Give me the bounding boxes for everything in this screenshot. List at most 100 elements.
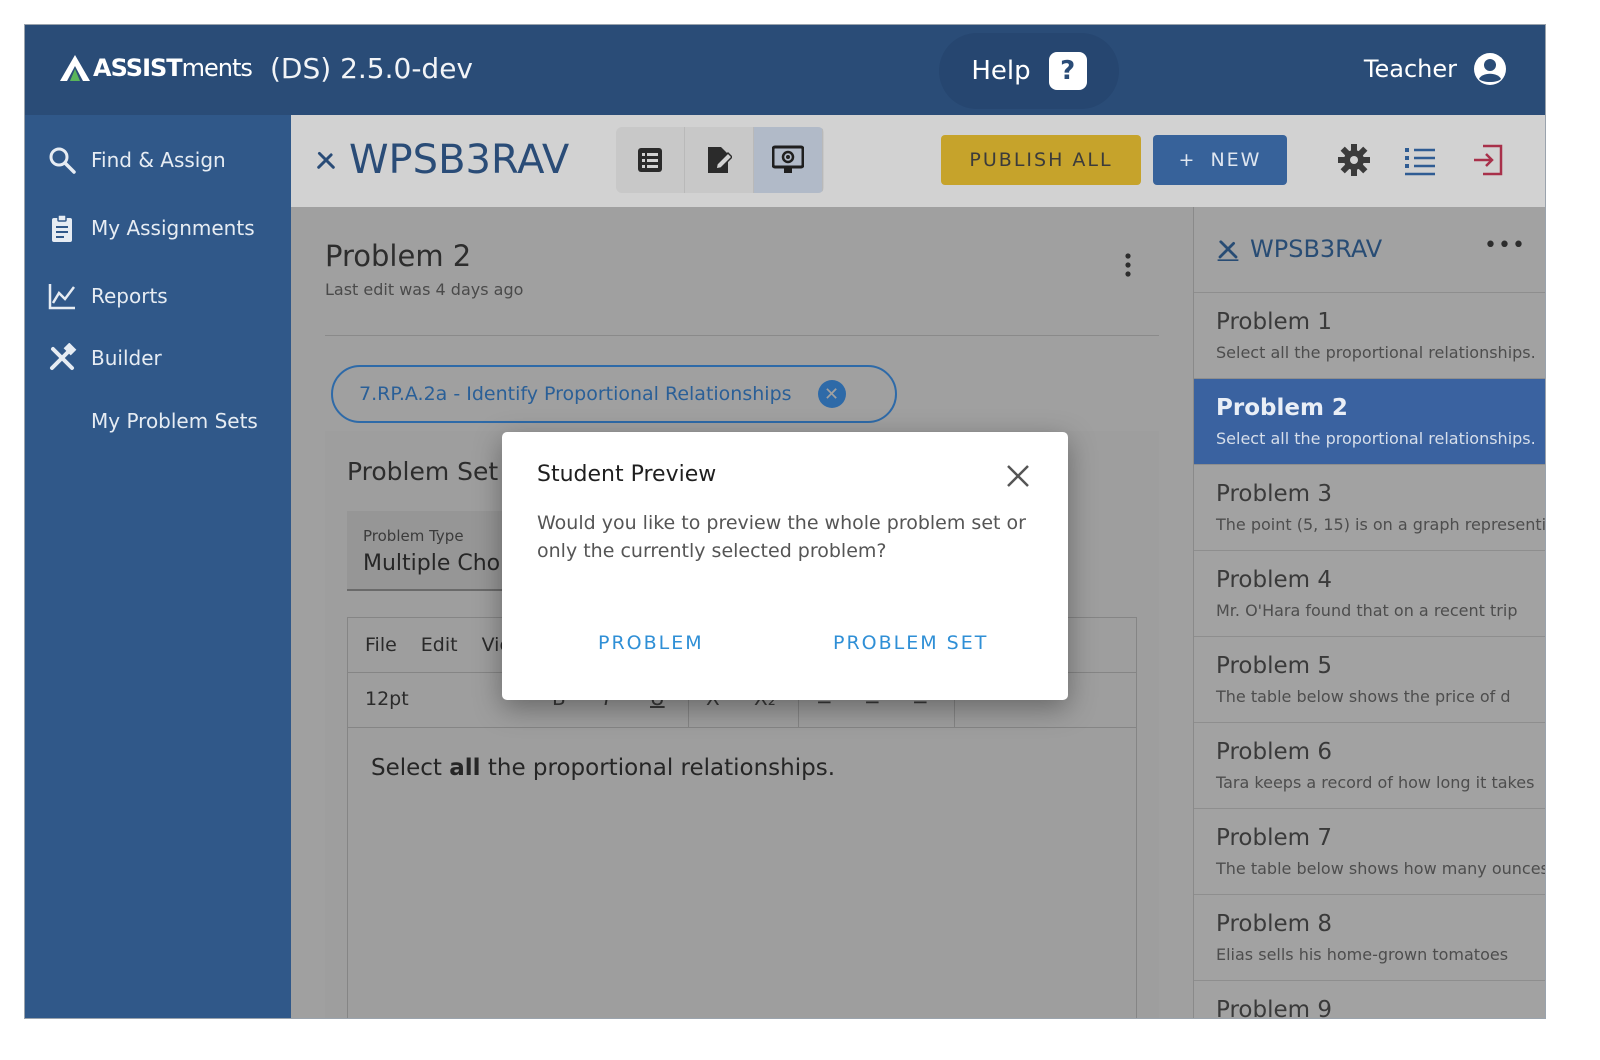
standard-chip[interactable]: 7.RP.A.2a - Identify Proportional Relati… — [331, 365, 897, 423]
student-preview-dialog: Student Preview Would you like to previe… — [502, 432, 1068, 700]
sidebar-item-builder[interactable]: Builder — [47, 343, 162, 373]
view-mode-toggle — [616, 127, 824, 193]
help-icon: ? — [1048, 52, 1087, 90]
numbered-list-icon[interactable] — [1403, 143, 1437, 177]
tools-icon — [1217, 240, 1239, 261]
problem-item-title: Problem 9 — [1216, 997, 1332, 1019]
problem-list-item[interactable]: Problem 3 The point (5, 15) is on a grap… — [1194, 465, 1546, 551]
more-options-icon[interactable] — [1123, 251, 1133, 281]
problem-list-panel: WPSB3RAV ••• Problem 1 Select all the pr… — [1193, 207, 1546, 1019]
problem-list-item[interactable]: Problem 4 Mr. O'Hara found that on a rec… — [1194, 551, 1545, 637]
font-size-select[interactable]: 12pt — [365, 688, 409, 710]
top-bar: ASSIST ments (DS) 2.5.0-dev Help ? Teache… — [25, 25, 1545, 115]
problem-item-title: Problem 1 — [1216, 309, 1332, 335]
problem-item-title: Problem 6 — [1216, 739, 1332, 765]
menu-file[interactable]: File — [365, 634, 397, 656]
problem-item-snippet: Elias sells his home-grown tomatoes — [1216, 945, 1509, 964]
problem-list-item[interactable]: Problem 7 The table below shows how many… — [1194, 809, 1546, 895]
problem-item-snippet: Select all the proportional relationship… — [1216, 343, 1536, 362]
app-window: ASSIST ments (DS) 2.5.0-dev Help ? Teache… — [24, 24, 1546, 1019]
dialog-message: Would you like to preview the whole prob… — [537, 512, 1026, 562]
chart-icon — [48, 284, 75, 310]
new-button-label: NEW — [1210, 149, 1262, 171]
problem-item-title: Problem 8 — [1216, 911, 1332, 937]
problem-list-item[interactable]: Problem 5 The table below shows the pric… — [1194, 637, 1545, 723]
logo-mark-icon — [60, 55, 90, 81]
problem-item-snippet: The point (5, 15) is on a graph represen… — [1216, 515, 1546, 534]
sidebar-item-my-problem-sets[interactable]: My Problem Sets — [91, 409, 258, 433]
monitor-preview-icon — [772, 145, 804, 173]
problem-list-set-name: WPSB3RAV — [1250, 235, 1383, 263]
sidebar: Find & Assign My Assignments Reports Bui… — [25, 115, 291, 1018]
user-label: Teacher — [1363, 55, 1457, 83]
sidebar-item-my-assignments[interactable]: My Assignments — [47, 213, 255, 243]
gear-icon[interactable] — [1337, 143, 1371, 177]
search-icon — [49, 147, 76, 174]
sidebar-item-label: My Problem Sets — [91, 409, 258, 433]
last-edit-text: Last edit was 4 days ago — [325, 280, 524, 299]
preview-problem-set-button[interactable]: PROBLEM SET — [833, 632, 988, 654]
problem-item-snippet: Select all the proportional relationship… — [1216, 429, 1536, 448]
tools-icon — [50, 343, 77, 370]
app-logo[interactable]: ASSIST ments — [57, 53, 253, 83]
sidebar-item-find-assign[interactable]: Find & Assign — [47, 145, 226, 175]
problem-item-snippet: Mr. O'Hara found that on a recent trip — [1216, 601, 1518, 620]
divider — [325, 335, 1159, 336]
user-menu[interactable]: Teacher — [1364, 52, 1507, 86]
sidebar-item-label: My Assignments — [91, 216, 255, 240]
standard-chip-label: 7.RP.A.2a - Identify Proportional Relati… — [359, 383, 792, 405]
builder-header: WPSB3RAV PUBLISH ALL + NEW — [291, 115, 1545, 207]
help-button[interactable]: Help ? — [939, 33, 1119, 109]
tools-icon — [317, 151, 335, 169]
problem-list-item-active[interactable]: Problem 2 Select all the proportional re… — [1194, 379, 1545, 465]
dialog-title: Student Preview — [537, 462, 717, 487]
list-view-button[interactable] — [616, 127, 685, 193]
problem-set-title: WPSB3RAV — [315, 137, 569, 183]
editor-body[interactable]: Select all the proportional relationship… — [347, 727, 1137, 1018]
plus-icon: + — [1178, 149, 1197, 171]
sidebar-item-label: Builder — [91, 346, 162, 370]
problem-type-label: Problem Type — [363, 527, 464, 545]
clipboard-icon — [52, 214, 72, 242]
more-options-icon[interactable]: ••• — [1484, 233, 1526, 258]
exit-icon[interactable] — [1471, 143, 1505, 177]
problem-list-item[interactable]: Problem 8 Elias sells his home-grown tom… — [1194, 895, 1545, 981]
version-label: (DS) 2.5.0-dev — [270, 52, 473, 85]
sidebar-item-reports[interactable]: Reports — [47, 281, 168, 311]
sidebar-item-label: Reports — [91, 284, 168, 308]
preview-button[interactable] — [754, 127, 823, 193]
new-button[interactable]: + NEW — [1153, 135, 1287, 185]
sidebar-item-label: Find & Assign — [91, 148, 226, 172]
help-label: Help — [971, 56, 1031, 86]
problem-title: Problem 2 — [325, 239, 472, 273]
problem-item-title: Problem 7 — [1216, 825, 1332, 851]
body-text-bold: all — [449, 755, 481, 781]
logo-text-bold: ASSIST — [93, 54, 183, 82]
problem-list-title: WPSB3RAV — [1216, 235, 1382, 263]
problem-item-title: Problem 5 — [1216, 653, 1332, 679]
menu-edit[interactable]: Edit — [421, 634, 458, 656]
logo-text-light: ments — [181, 54, 253, 82]
edit-view-button[interactable] — [685, 127, 754, 193]
problem-list-item[interactable]: Problem 9 — [1194, 981, 1545, 1019]
body-text-end: the proportional relationships. — [480, 755, 836, 781]
problem-set-name: WPSB3RAV — [349, 137, 570, 183]
problem-item-title: Problem 4 — [1216, 567, 1332, 593]
preview-problem-button[interactable]: PROBLEM — [598, 632, 704, 654]
problem-item-title: Problem 2 — [1216, 395, 1348, 421]
list-view-icon — [638, 148, 662, 172]
problem-item-title: Problem 3 — [1216, 481, 1332, 507]
problem-list-item[interactable]: Problem 6 Tara keeps a record of how lon… — [1194, 723, 1545, 809]
problem-item-snippet: Tara keeps a record of how long it takes — [1216, 773, 1535, 792]
problem-list-item[interactable]: Problem 1 Select all the proportional re… — [1194, 293, 1545, 379]
problem-item-snippet: The table below shows how many ounces — [1216, 859, 1546, 878]
section-label: Problem Set — [347, 457, 499, 486]
edit-document-icon — [708, 147, 732, 173]
problem-list-header: WPSB3RAV ••• — [1194, 207, 1545, 293]
body-text-start: Select — [371, 755, 450, 781]
problem-item-snippet: The table below shows the price of d — [1216, 687, 1511, 706]
publish-all-button[interactable]: PUBLISH ALL — [941, 135, 1141, 185]
account-icon — [1474, 53, 1506, 85]
close-icon[interactable] — [1002, 460, 1034, 492]
remove-standard-icon[interactable]: ✕ — [817, 380, 846, 408]
